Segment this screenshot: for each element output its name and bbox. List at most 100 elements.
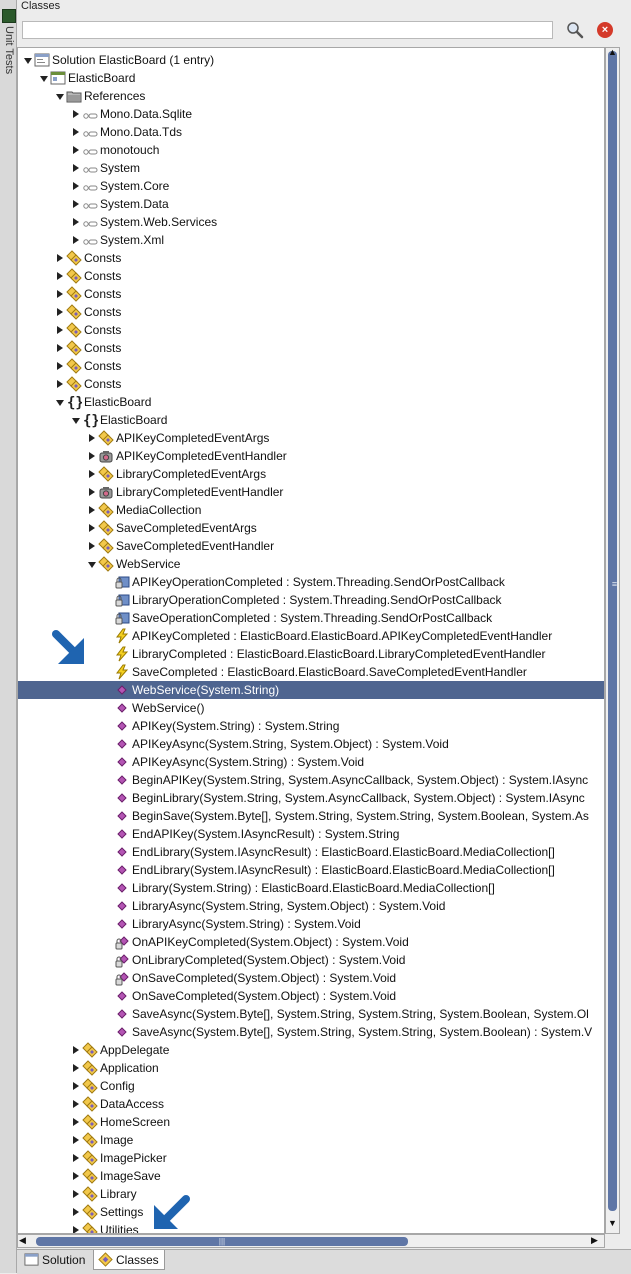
collapse-triangle-icon[interactable] [73,1154,79,1162]
tree-node[interactable]: References [18,87,604,105]
collapse-triangle-icon[interactable] [57,362,63,370]
scroll-down-icon[interactable]: ▼ [605,1218,620,1232]
tree-node[interactable]: MediaCollection [18,501,604,519]
collapse-triangle-icon[interactable] [57,290,63,298]
collapse-triangle-icon[interactable] [57,254,63,262]
collapse-triangle-icon[interactable] [73,164,79,172]
tree-node[interactable]: Consts [18,321,604,339]
tree-node[interactable]: Consts [18,357,604,375]
tree-node[interactable]: OnSaveCompleted(System.Object) : System.… [18,987,604,1005]
tree-node[interactable]: monotouch [18,141,604,159]
collapse-triangle-icon[interactable] [89,524,95,532]
tree-node[interactable]: SaveCompletedEventHandler [18,537,604,555]
tree-node[interactable]: EndLibrary(System.IAsyncResult) : Elasti… [18,861,604,879]
collapse-triangle-icon[interactable] [57,308,63,316]
tree-node[interactable]: SaveAsync(System.Byte[], System.String, … [18,1005,604,1023]
collapse-triangle-icon[interactable] [73,1064,79,1072]
collapse-triangle-icon[interactable] [73,218,79,226]
collapse-triangle-icon[interactable] [89,470,95,478]
collapse-triangle-icon[interactable] [73,200,79,208]
tree-node[interactable]: APIKeyCompletedEventArgs [18,429,604,447]
expand-triangle-icon[interactable] [40,76,48,82]
collapse-triangle-icon[interactable] [57,344,63,352]
tree-node[interactable]: Consts [18,267,604,285]
tree-node[interactable]: Consts [18,375,604,393]
collapse-triangle-icon[interactable] [89,506,95,514]
tree-node[interactable]: OnAPIKeyCompleted(System.Object) : Syste… [18,933,604,951]
tree-node[interactable]: System.Core [18,177,604,195]
tree-node[interactable]: System.Xml [18,231,604,249]
unit-tests-side-strip[interactable]: Unit Tests [0,0,17,1273]
scroll-up-icon[interactable]: ▲ [605,47,620,61]
tree-node[interactable]: SaveCompletedEventArgs [18,519,604,537]
tree-node[interactable]: BeginSave(System.Byte[], System.String, … [18,807,604,825]
tree-node[interactable]: Library [18,1185,604,1203]
collapse-triangle-icon[interactable] [73,1172,79,1180]
class-tree[interactable]: Solution ElasticBoard (1 entry) ElasticBo… [17,47,605,1234]
tree-node[interactable]: WebService() [18,699,604,717]
collapse-triangle-icon[interactable] [73,1082,79,1090]
tree-node[interactable]: ElasticBoard [18,69,604,87]
tree-node[interactable]: APIKeyCompleted : ElasticBoard.ElasticBo… [18,627,604,645]
collapse-triangle-icon[interactable] [57,380,63,388]
tree-node[interactable]: {}ElasticBoard [18,411,604,429]
tree-node[interactable]: WebService [18,555,604,573]
tree-node[interactable]: Consts [18,285,604,303]
expand-triangle-icon[interactable] [24,58,32,64]
collapse-triangle-icon[interactable] [73,128,79,136]
tree-node[interactable]: Config [18,1077,604,1095]
tree-node[interactable]: Consts [18,339,604,357]
tree-node[interactable]: EndLibrary(System.IAsyncResult) : Elasti… [18,843,604,861]
tree-node[interactable]: BeginLibrary(System.String, System.Async… [18,789,604,807]
scroll-left-icon[interactable]: ◀ [19,1235,26,1246]
tree-node[interactable]: DataAccess [18,1095,604,1113]
tree-node[interactable]: HomeScreen [18,1113,604,1131]
tree-node[interactable]: ImagePicker [18,1149,604,1167]
tree-node[interactable]: Mono.Data.Sqlite [18,105,604,123]
collapse-triangle-icon[interactable] [89,488,95,496]
tree-node[interactable]: LibraryOperationCompleted : System.Threa… [18,591,604,609]
tree-node[interactable]: Consts [18,249,604,267]
collapse-triangle-icon[interactable] [73,1226,79,1233]
tree-node[interactable]: AppDelegate [18,1041,604,1059]
tree-node[interactable]: Utilities [18,1221,604,1233]
tree-node[interactable]: LibraryAsync(System.String) : System.Voi… [18,915,604,933]
tree-node[interactable]: Mono.Data.Tds [18,123,604,141]
tree-node[interactable]: WebService(System.String) [18,681,604,699]
tree-node[interactable]: APIKeyAsync(System.String, System.Object… [18,735,604,753]
tree-node[interactable]: {}ElasticBoard [18,393,604,411]
collapse-triangle-icon[interactable] [57,326,63,334]
scroll-right-icon[interactable]: ▶ [591,1235,598,1246]
clear-search-icon[interactable]: × [597,22,613,38]
collapse-triangle-icon[interactable] [57,272,63,280]
tree-node[interactable]: Library(System.String) : ElasticBoard.El… [18,879,604,897]
tree-node[interactable]: Settings [18,1203,604,1221]
expand-triangle-icon[interactable] [56,94,64,100]
tree-node[interactable]: System.Web.Services [18,213,604,231]
tree-node[interactable]: LibraryCompletedEventHandler [18,483,604,501]
expand-triangle-icon[interactable] [56,400,64,406]
tree-node[interactable]: APIKeyAsync(System.String) : System.Void [18,753,604,771]
tree-node[interactable]: LibraryCompleted : ElasticBoard.ElasticB… [18,645,604,663]
tree-node[interactable]: System [18,159,604,177]
collapse-triangle-icon[interactable] [89,542,95,550]
tree-node[interactable]: Solution ElasticBoard (1 entry) [18,51,604,69]
horizontal-scroll-thumb[interactable]: ||| [36,1237,408,1246]
collapse-triangle-icon[interactable] [73,1190,79,1198]
tree-node[interactable]: SaveAsync(System.Byte[], System.String, … [18,1023,604,1041]
tree-node[interactable]: EndAPIKey(System.IAsyncResult) : System.… [18,825,604,843]
tree-node[interactable]: Image [18,1131,604,1149]
tree-node[interactable]: SaveCompleted : ElasticBoard.ElasticBoar… [18,663,604,681]
collapse-triangle-icon[interactable] [73,110,79,118]
tree-node[interactable]: OnSaveCompleted(System.Object) : System.… [18,969,604,987]
collapse-triangle-icon[interactable] [73,1100,79,1108]
collapse-triangle-icon[interactable] [73,236,79,244]
tree-node[interactable]: Consts [18,303,604,321]
tree-node[interactable]: APIKeyCompletedEventHandler [18,447,604,465]
search-icon[interactable] [565,20,585,40]
search-input[interactable] [22,21,553,39]
tree-node[interactable]: BeginAPIKey(System.String, System.AsyncC… [18,771,604,789]
vertical-scroll-thumb[interactable]: ≡ [608,51,617,1211]
collapse-triangle-icon[interactable] [73,146,79,154]
expand-triangle-icon[interactable] [88,562,96,568]
